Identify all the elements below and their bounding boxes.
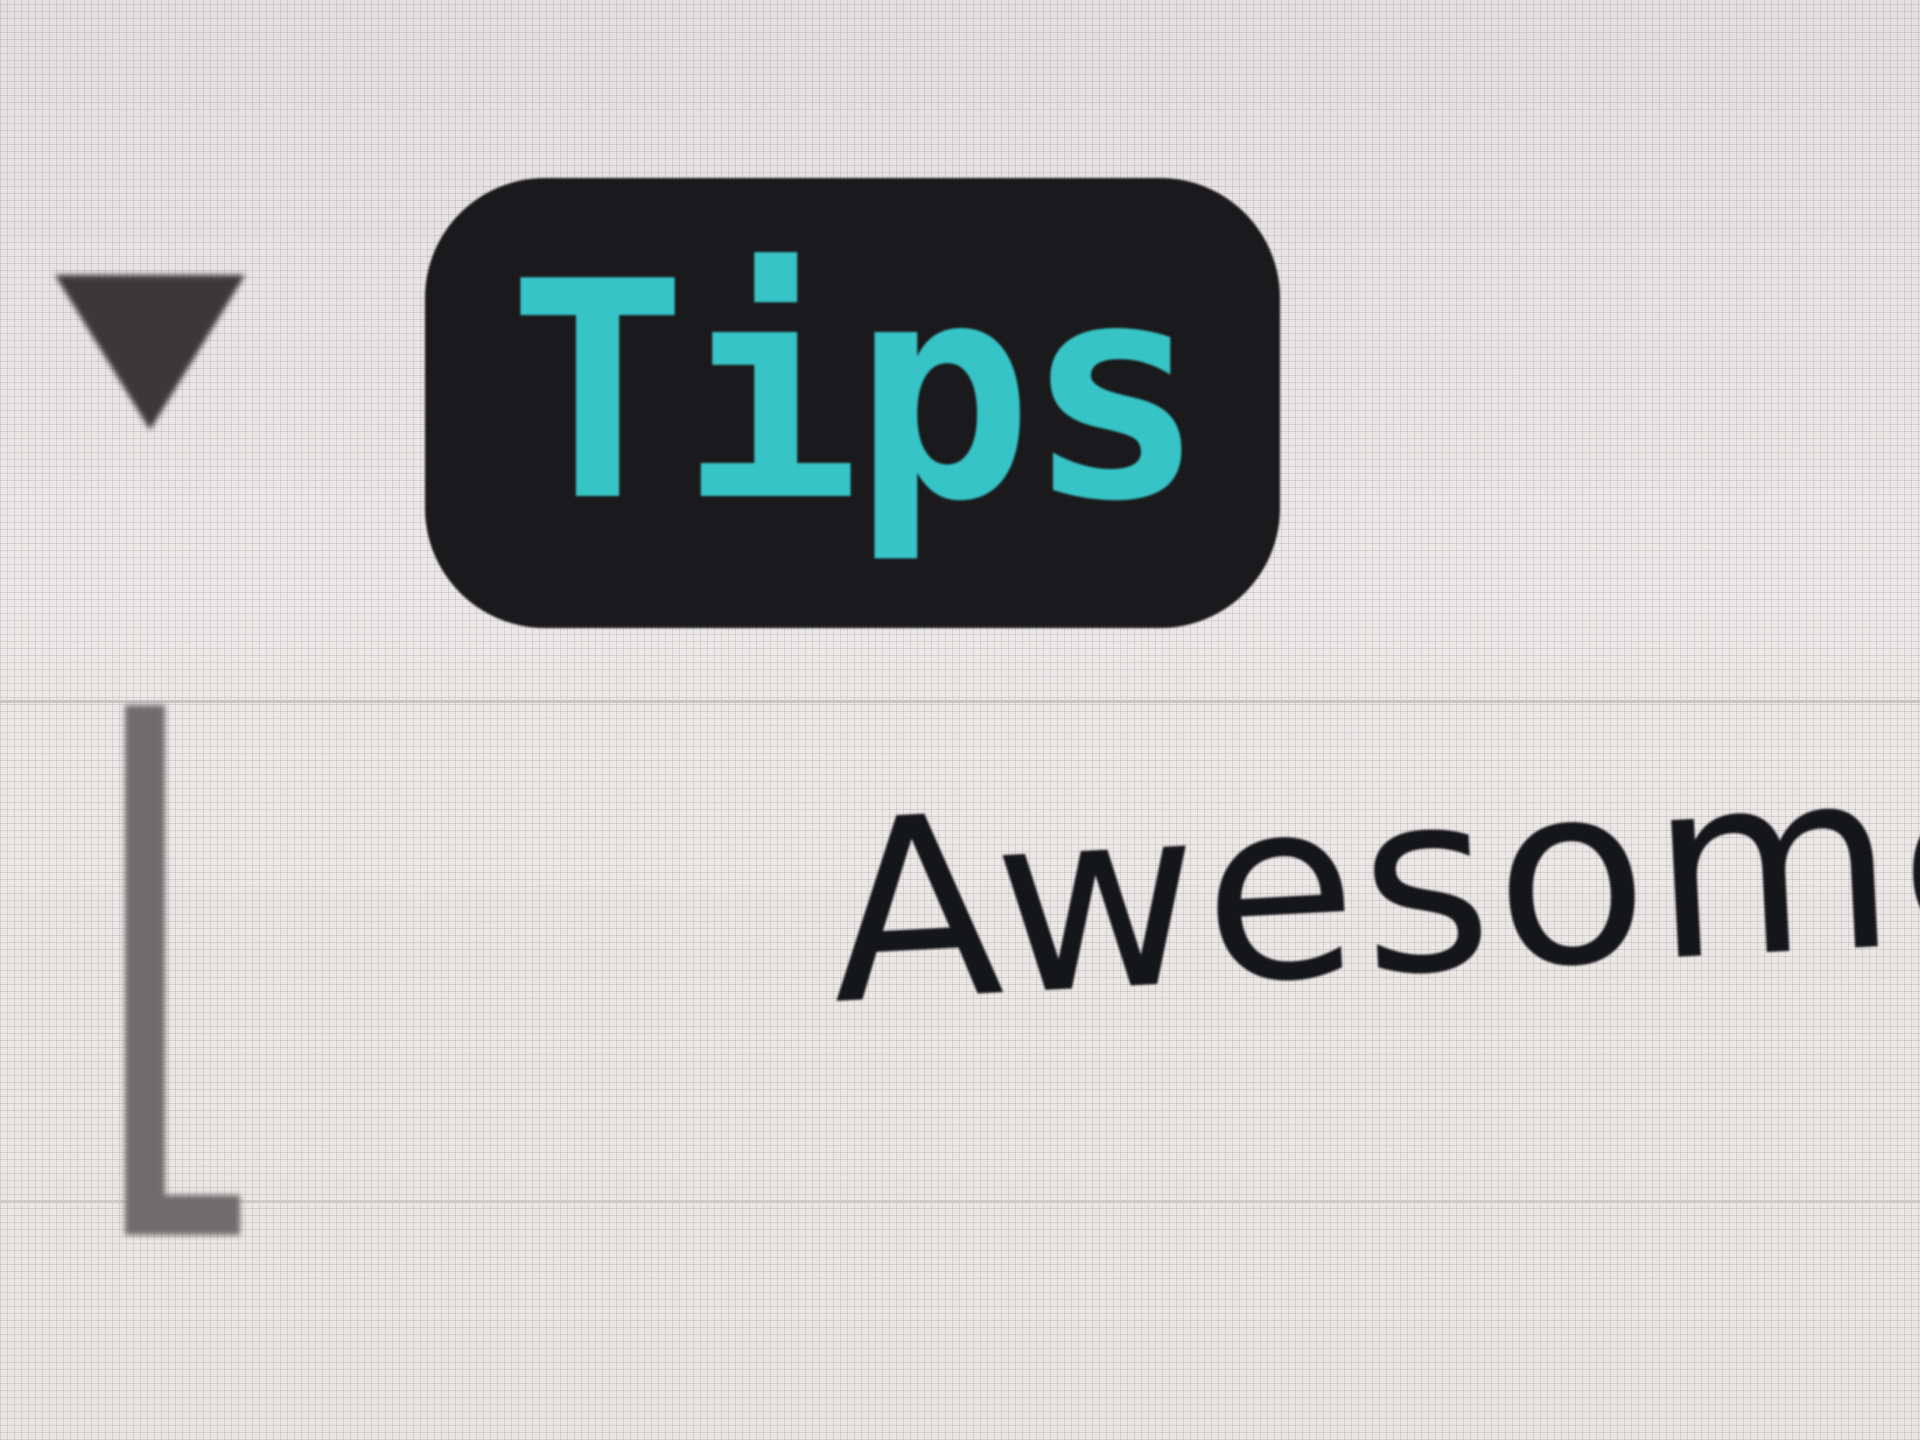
tips-badge[interactable]: Tips [425, 178, 1280, 628]
tips-badge-label: Tips [507, 218, 1205, 567]
tree-bracket-icon [125, 705, 240, 1235]
disclosure-triangle-down-icon[interactable] [55, 275, 245, 430]
row-divider [0, 700, 1920, 703]
row-label[interactable]: Awesome [822, 705, 1920, 1060]
row-divider [0, 1200, 1920, 1203]
